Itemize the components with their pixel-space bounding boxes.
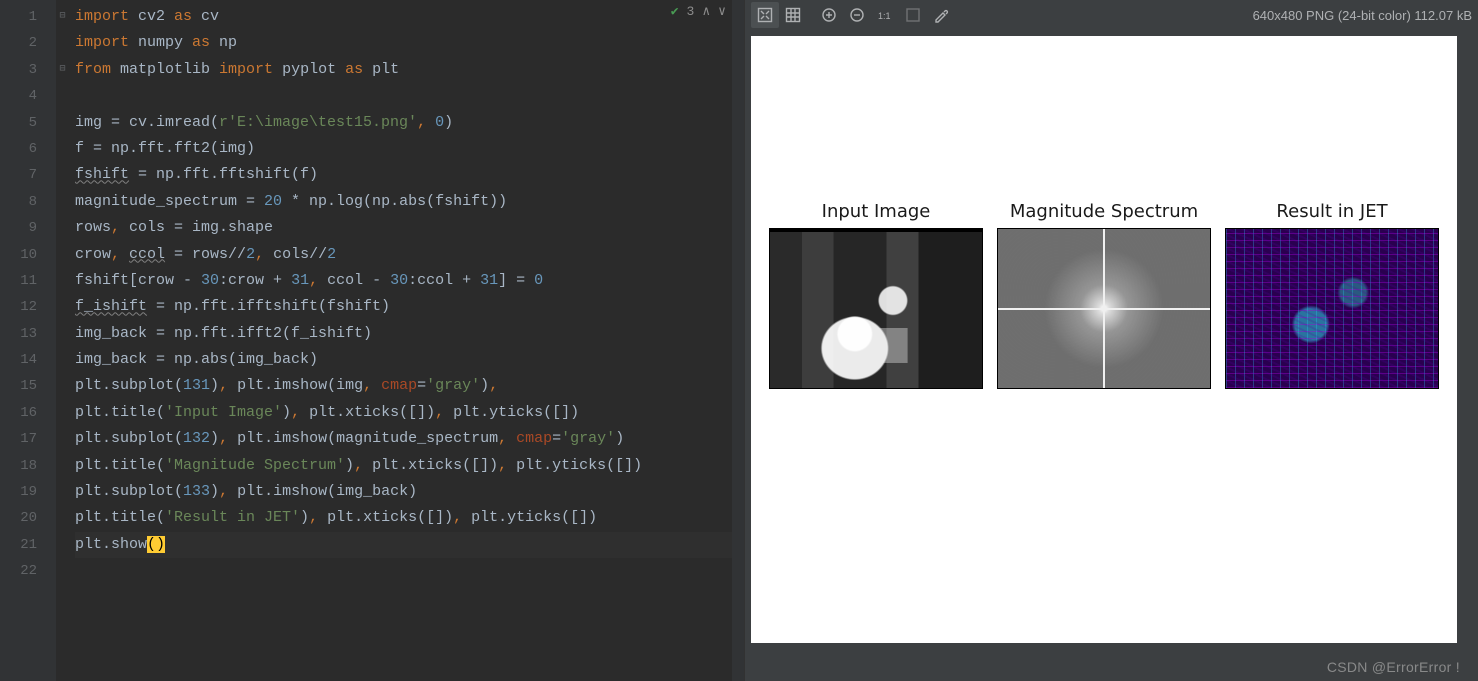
line-number-gutter: 12345678910111213141516171819202122 <box>0 0 55 681</box>
code-line[interactable]: import cv2 as cv <box>75 4 744 30</box>
watermark: CSDN @ErrorError ! <box>1327 659 1460 675</box>
code-line[interactable]: rows, cols = img.shape <box>75 215 744 241</box>
code-line[interactable]: f_ishift = np.fft.ifftshift(fshift) <box>75 294 744 320</box>
image-info-label: 640x480 PNG (24-bit color) 112.07 kB <box>1253 8 1472 23</box>
fit-to-window-button[interactable] <box>751 2 779 28</box>
color-picker-button[interactable] <box>927 2 955 28</box>
code-line[interactable]: f = np.fft.fft2(img) <box>75 136 744 162</box>
code-line[interactable]: fshift = np.fft.fftshift(f) <box>75 162 744 188</box>
zoom-out-button[interactable] <box>843 2 871 28</box>
canvas-zone: Input Image Magnitude Spectrum Result in… <box>745 30 1478 681</box>
code-line[interactable]: import numpy as np <box>75 30 744 56</box>
inspection-badge[interactable]: ✔ 3 ∧ ∨ <box>671 4 726 19</box>
code-line[interactable] <box>75 558 744 584</box>
code-line[interactable]: plt.title('Magnitude Spectrum'), plt.xti… <box>75 453 744 479</box>
check-icon: ✔ <box>671 4 679 19</box>
preview-toolbar: 1:1 640x480 PNG (24-bit color) 112.07 kB <box>745 0 1478 30</box>
next-problem-icon[interactable]: ∨ <box>718 4 726 19</box>
error-stripe <box>732 0 744 681</box>
code-area[interactable]: import cv2 as cvimport numpy as npfrom m… <box>69 0 744 681</box>
code-editor-pane: 12345678910111213141516171819202122 ⊟⊟ i… <box>0 0 744 681</box>
image-preview-pane: 1:1 640x480 PNG (24-bit color) 112.07 kB… <box>744 0 1478 681</box>
code-line[interactable]: magnitude_spectrum = 20 * np.log(np.abs(… <box>75 189 744 215</box>
code-line[interactable]: plt.title('Result in JET'), plt.xticks([… <box>75 505 744 531</box>
code-line[interactable]: plt.subplot(131), plt.imshow(img, cmap='… <box>75 373 744 399</box>
code-line[interactable] <box>75 83 744 109</box>
subplot-1: Input Image <box>769 201 983 389</box>
subplot-3-image <box>1225 228 1439 389</box>
fold-column: ⊟⊟ <box>55 0 69 681</box>
subplot-1-title: Input Image <box>822 201 931 222</box>
code-line[interactable]: plt.subplot(132), plt.imshow(magnitude_s… <box>75 426 744 452</box>
code-line[interactable]: img_back = np.abs(img_back) <box>75 347 744 373</box>
subplot-2-title: Magnitude Spectrum <box>1010 201 1198 222</box>
actual-size-button[interactable]: 1:1 <box>871 2 899 28</box>
subplot-3-title: Result in JET <box>1276 201 1387 222</box>
code-line[interactable]: plt.show() <box>75 532 744 558</box>
subplot-2: Magnitude Spectrum <box>997 201 1211 389</box>
code-line[interactable]: from matplotlib import pyplot as plt <box>75 57 744 83</box>
code-line[interactable]: fshift[crow - 30:crow + 31, ccol - 30:cc… <box>75 268 744 294</box>
code-line[interactable]: plt.title('Input Image'), plt.xticks([])… <box>75 400 744 426</box>
chessboard-button <box>899 2 927 28</box>
code-line[interactable]: plt.subplot(133), plt.imshow(img_back) <box>75 479 744 505</box>
subplot-2-image <box>997 228 1211 389</box>
subplot-1-image <box>769 228 983 389</box>
prev-problem-icon[interactable]: ∧ <box>702 4 710 19</box>
zoom-in-button[interactable] <box>815 2 843 28</box>
svg-text:1:1: 1:1 <box>878 11 891 21</box>
grid-button[interactable] <box>779 2 807 28</box>
rendered-figure[interactable]: Input Image Magnitude Spectrum Result in… <box>751 36 1457 643</box>
problem-count: 3 <box>687 4 695 19</box>
subplot-3: Result in JET <box>1225 201 1439 389</box>
code-line[interactable]: img = cv.imread(r'E:\image\test15.png', … <box>75 110 744 136</box>
code-line[interactable]: crow, ccol = rows//2, cols//2 <box>75 242 744 268</box>
code-line[interactable]: img_back = np.fft.ifft2(f_ishift) <box>75 321 744 347</box>
